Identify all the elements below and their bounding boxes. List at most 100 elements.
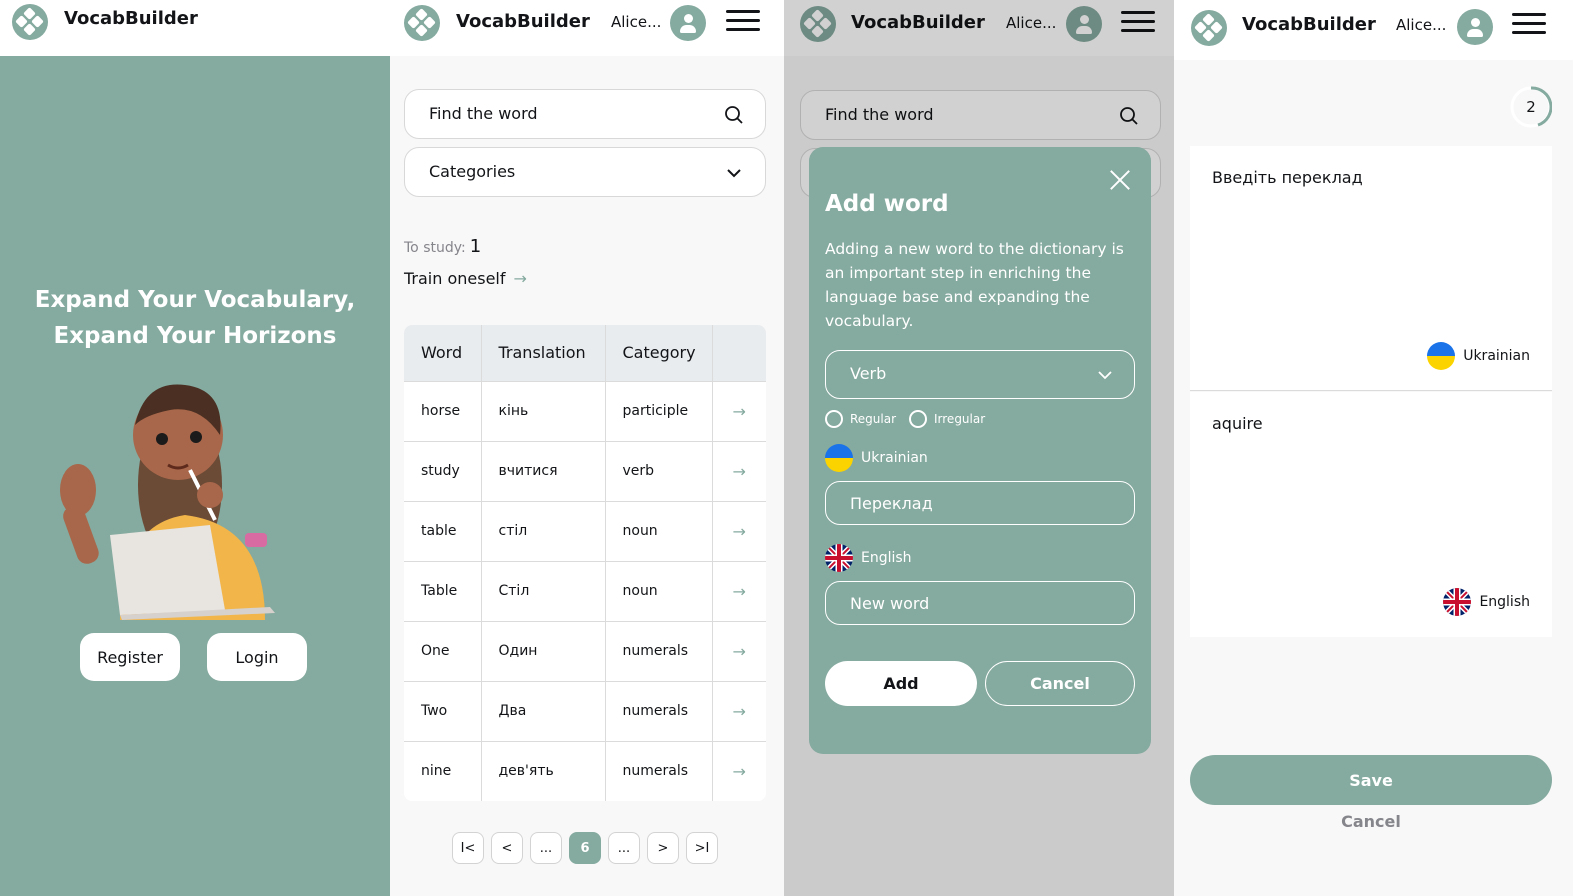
modal-title: Add word — [825, 191, 949, 217]
user-avatar-icon[interactable] — [1457, 9, 1493, 45]
cell-word: Two — [404, 680, 482, 741]
category-select[interactable]: Verb — [825, 350, 1135, 399]
english-language-label: English — [825, 544, 912, 572]
add-button[interactable]: Add — [825, 661, 977, 706]
lang-english-text: English — [861, 550, 912, 566]
cell-translation: кінь — [481, 380, 606, 441]
row-arrow-icon[interactable]: → — [712, 740, 766, 801]
register-button[interactable]: Register — [80, 633, 180, 681]
ukraine-flag-icon — [825, 444, 853, 472]
header: VocabBuilder — [0, 0, 390, 56]
table-header-row: Word Translation Category — [404, 325, 766, 381]
row-arrow-icon[interactable]: → — [712, 380, 766, 441]
ukrainian-input[interactable]: Переклад — [825, 481, 1135, 525]
modal-description: Adding a new word to the dictionary is a… — [825, 240, 1124, 330]
training-screen: VocabBuilder Alice... 2 Введіть переклад… — [1174, 0, 1573, 896]
cell-word: One — [404, 620, 482, 681]
radio-regular[interactable]: Regular — [825, 410, 896, 428]
ukraine-flag-icon — [1427, 342, 1456, 370]
cell-word: study — [404, 440, 482, 501]
current-page-button[interactable]: 6 — [569, 832, 601, 864]
cell-word: nine — [404, 740, 482, 801]
header: VocabBuilder Alice... — [1174, 0, 1573, 60]
column-header-word: Word — [404, 325, 482, 381]
cell-category: numerals — [605, 620, 713, 681]
column-header-category: Category — [605, 325, 713, 381]
student-illustration — [60, 384, 275, 620]
categories-select[interactable]: Categories — [404, 147, 766, 197]
table-row: One Один numerals → — [404, 620, 766, 681]
cell-translation: дев'ять — [481, 740, 606, 801]
categories-label: Categories — [429, 162, 516, 181]
prev-page-button[interactable]: < — [491, 832, 523, 864]
words-table: Word Translation Category horse кінь parti… — [404, 325, 766, 801]
row-arrow-icon[interactable]: → — [712, 440, 766, 501]
save-button[interactable]: Save — [1190, 755, 1552, 805]
pagination: I< < ... 6 ... > >I — [452, 832, 718, 864]
table-row: table стіл noun → — [404, 500, 766, 561]
add-word-screen: VocabBuilder Alice... Find the word Add … — [784, 0, 1174, 896]
header: VocabBuilder Alice... — [390, 0, 784, 56]
translation-input[interactable]: Введіть переклад — [1212, 168, 1363, 187]
to-study-label: To study: — [404, 240, 466, 256]
translation-card[interactable]: Введіть переклад Ukrainian — [1190, 146, 1552, 391]
row-arrow-icon[interactable]: → — [712, 560, 766, 621]
english-input[interactable]: New word — [825, 581, 1135, 625]
train-label: Train oneself — [404, 269, 506, 288]
cell-word: horse — [404, 380, 482, 441]
menu-icon[interactable] — [1512, 13, 1546, 35]
login-button[interactable]: Login — [207, 633, 307, 681]
brand-name: VocabBuilder — [1242, 14, 1376, 35]
column-header-actions — [712, 325, 766, 381]
landing-screen: VocabBuilder Expand Your Vocabulary, Exp… — [0, 0, 390, 896]
table-row: study вчитися verb → — [404, 440, 766, 501]
radio-circle-icon[interactable] — [909, 410, 927, 428]
progress-value: 2 — [1526, 98, 1536, 116]
lang-english-text: English — [1479, 594, 1530, 610]
chevron-down-icon[interactable] — [1098, 368, 1112, 382]
add-word-modal: Add word Adding a new word to the dictio… — [809, 147, 1151, 754]
logo-icon[interactable] — [404, 5, 440, 41]
hero-title-line-1: Expand Your Vocabulary, — [34, 287, 356, 313]
arrow-right-icon: → — [513, 269, 527, 288]
row-arrow-icon[interactable]: → — [712, 680, 766, 741]
user-name: Alice... — [1396, 16, 1447, 34]
radio-irregular-label: Irregular — [934, 412, 986, 426]
ukrainian-language-label: Ukrainian — [1427, 342, 1530, 370]
menu-icon[interactable] — [726, 10, 760, 32]
radio-circle-icon[interactable] — [825, 410, 843, 428]
pagination-ellipsis[interactable]: ... — [608, 832, 640, 864]
cell-translation: Два — [481, 680, 606, 741]
cancel-button[interactable]: Cancel — [1190, 812, 1552, 831]
search-placeholder: Find the word — [429, 104, 538, 123]
last-page-button[interactable]: >I — [686, 832, 718, 864]
cell-translation: Один — [481, 620, 606, 681]
close-icon[interactable] — [1109, 169, 1131, 191]
row-arrow-icon[interactable]: → — [712, 620, 766, 681]
search-input[interactable]: Find the word — [404, 89, 766, 139]
train-oneself-link[interactable]: Train oneself → — [404, 269, 527, 288]
row-arrow-icon[interactable]: → — [712, 500, 766, 561]
word-card: aquire English — [1190, 392, 1552, 637]
logo-icon[interactable] — [1191, 10, 1227, 46]
ukrainian-placeholder: Переклад — [850, 494, 933, 513]
category-value: Verb — [850, 364, 887, 383]
radio-irregular[interactable]: Irregular — [909, 410, 985, 428]
to-study-count: 1 — [469, 236, 482, 257]
cancel-button[interactable]: Cancel — [985, 661, 1135, 706]
next-page-button[interactable]: > — [647, 832, 679, 864]
pagination-ellipsis[interactable]: ... — [530, 832, 562, 864]
search-icon[interactable] — [723, 104, 745, 126]
english-placeholder: New word — [850, 594, 930, 613]
first-page-button[interactable]: I< — [452, 832, 484, 864]
hero-title-line-2: Expand Your Horizons — [53, 323, 337, 349]
cell-translation: стіл — [481, 500, 606, 561]
cell-category: noun — [605, 560, 713, 621]
hero-title: Expand Your Vocabulary, Expand Your Hori… — [0, 282, 390, 354]
cell-word: table — [404, 500, 482, 561]
table-row: Table Стіл noun → — [404, 560, 766, 621]
chevron-down-icon[interactable] — [723, 162, 745, 184]
table-row: horse кінь participle → — [404, 380, 766, 441]
logo-icon[interactable] — [12, 4, 48, 40]
user-avatar-icon[interactable] — [670, 5, 706, 41]
